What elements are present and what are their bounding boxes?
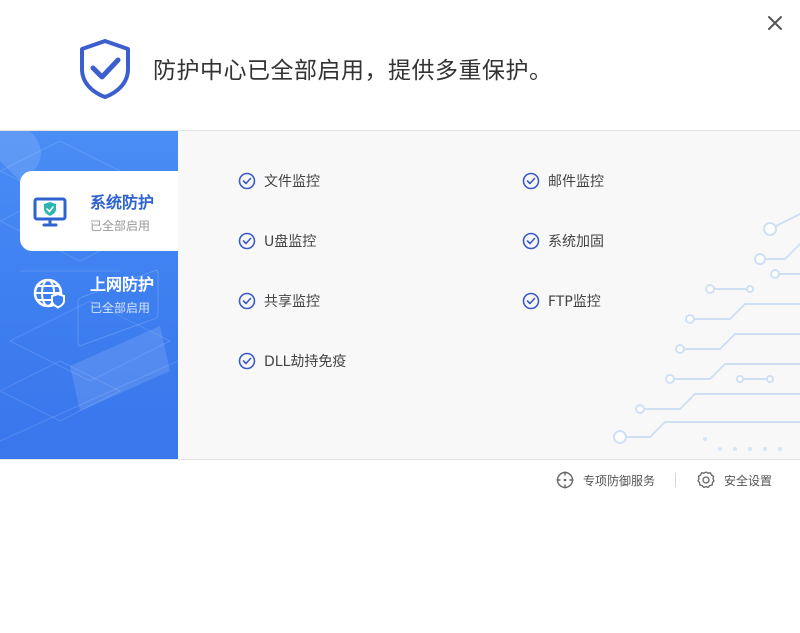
security-settings-link[interactable]: 安全设置 bbox=[696, 470, 772, 490]
check-circle-icon bbox=[238, 352, 256, 370]
footer: 专项防御服务 安全设置 bbox=[555, 470, 772, 490]
header: 防护中心已全部启用，提供多重保护。 bbox=[0, 0, 800, 130]
feature-label: U盘监控 bbox=[264, 234, 317, 250]
feature-label: FTP监控 bbox=[548, 294, 601, 310]
sidebar-item-status: 已全部启用 bbox=[90, 301, 151, 315]
security-settings-label: 安全设置 bbox=[723, 473, 772, 488]
shield-check-icon bbox=[80, 39, 130, 99]
feature-dll-immunity: DLL劫持免疫 bbox=[238, 349, 346, 373]
feature-usb-monitor: U盘监控 bbox=[238, 229, 316, 253]
special-defense-service-label: 专项防御服务 bbox=[582, 473, 655, 488]
feature-label: 系统加固 bbox=[548, 234, 604, 250]
feature-label: 邮件监控 bbox=[548, 174, 604, 190]
sidebar-item-system-protection[interactable]: 系统防护 已全部启用 bbox=[20, 171, 178, 251]
feature-label: DLL劫持免疫 bbox=[264, 354, 347, 370]
check-circle-icon bbox=[238, 292, 256, 310]
sidebar-item-status: 已全部启用 bbox=[90, 219, 151, 233]
feature-ftp-monitor: FTP监控 bbox=[522, 289, 601, 313]
feature-file-monitor: 文件监控 bbox=[238, 169, 320, 193]
monitor-shield-icon bbox=[33, 197, 67, 227]
circuit-decoration bbox=[613, 213, 800, 451]
check-circle-icon bbox=[238, 232, 256, 250]
feature-label: 共享监控 bbox=[264, 294, 320, 310]
feature-system-hardening: 系统加固 bbox=[522, 229, 604, 253]
check-circle-icon bbox=[522, 232, 540, 250]
feature-share-monitor: 共享监控 bbox=[238, 289, 320, 313]
special-defense-service-link[interactable]: 专项防御服务 bbox=[555, 470, 655, 490]
check-circle-icon bbox=[522, 172, 540, 190]
page-title: 防护中心已全部启用，提供多重保护。 bbox=[153, 58, 553, 84]
sidebar-item-title: 系统防护 bbox=[90, 193, 155, 212]
globe-shield-icon bbox=[33, 278, 65, 309]
sidebar: 系统防护 已全部启用 上网防护 已全部启用 bbox=[0, 131, 178, 459]
crosshair-icon bbox=[556, 471, 574, 489]
check-circle-icon bbox=[522, 292, 540, 310]
sidebar-item-web-protection[interactable]: 上网防护 已全部启用 bbox=[20, 253, 178, 333]
footer-divider bbox=[674, 473, 676, 487]
gear-icon bbox=[697, 471, 715, 489]
feature-mail-monitor: 邮件监控 bbox=[522, 169, 604, 193]
protection-panel: 系统防护 已全部启用 上网防护 已全部启用 文件监控 U盘监控 共享监控 DLL… bbox=[0, 130, 800, 460]
feature-label: 文件监控 bbox=[264, 174, 320, 190]
check-circle-icon bbox=[238, 172, 256, 190]
sidebar-item-title: 上网防护 bbox=[90, 275, 155, 294]
